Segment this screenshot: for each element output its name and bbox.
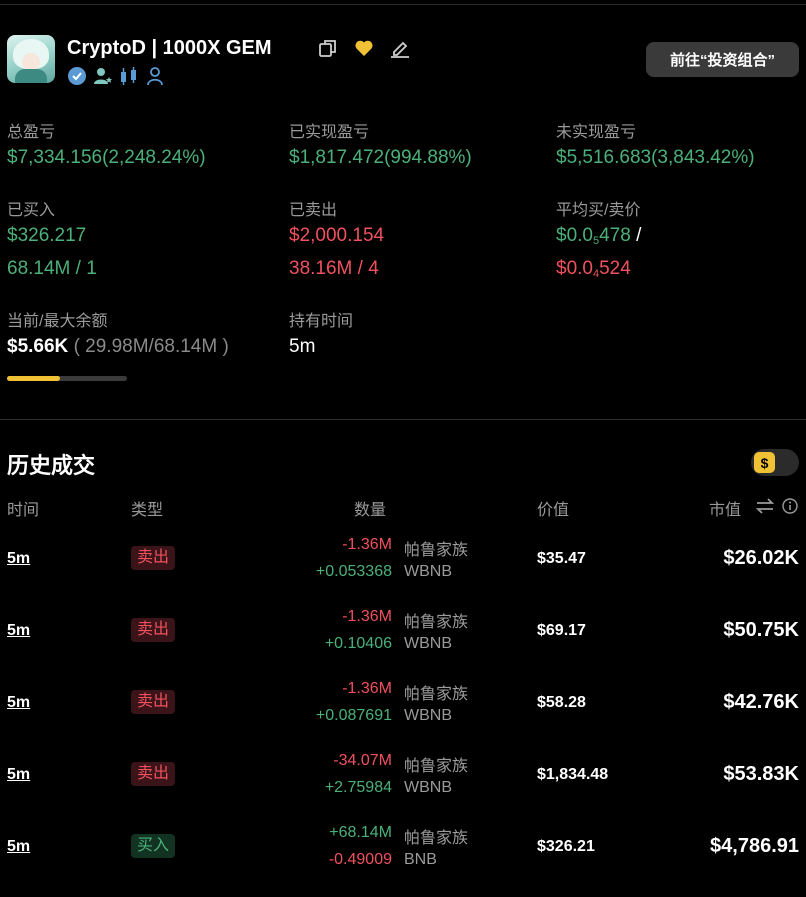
col-mcap: 市值	[709, 502, 742, 519]
trade-market-cap: $4,786.91	[710, 835, 799, 857]
trade-time-link[interactable]: 5m	[7, 694, 30, 712]
total-pnl-label: 总盈亏	[7, 124, 56, 141]
edit-icon[interactable]	[389, 37, 411, 59]
swap-icon[interactable]	[755, 497, 775, 520]
qty-primary: -34.07M	[333, 752, 392, 769]
verified-icon	[67, 66, 87, 86]
realized-pnl-label: 已实现盈亏	[289, 124, 370, 141]
copy-icon[interactable]	[317, 37, 339, 59]
sold-label: 已卖出	[289, 202, 338, 219]
trade-market-cap: $53.83K	[723, 763, 799, 785]
col-time: 时间	[7, 502, 40, 519]
realized-pnl-value: $1,817.472(994.88%)	[289, 147, 472, 168]
qty-secondary: +2.75984	[324, 779, 392, 796]
trade-market-cap: $26.02K	[723, 547, 799, 569]
sold-amount: $2,000.154	[289, 225, 385, 246]
trade-type-badge: 买入	[131, 834, 176, 858]
currency-toggle[interactable]: $	[751, 449, 799, 476]
qty-primary: -1.36M	[342, 608, 392, 625]
col-qty: 数量	[354, 502, 387, 519]
token-primary: 帕鲁家族	[404, 686, 469, 703]
total-pnl-value: $7,334.156(2,248.24%)	[7, 147, 206, 168]
token-secondary: BNB	[404, 851, 437, 868]
table-row[interactable]: 5m 卖出 -1.36M 帕鲁家族 +0.053368 WBNB $35.47 $26.02K	[0, 530, 806, 590]
user-star-icon	[93, 66, 113, 86]
token-secondary: WBNB	[404, 635, 452, 652]
sold-qty: 38.16M / 4	[289, 258, 379, 279]
trade-value: $35.47	[537, 550, 586, 567]
token-primary: 帕鲁家族	[404, 614, 469, 631]
qty-secondary: +0.087691	[315, 707, 392, 724]
trade-type-badge: 卖出	[131, 618, 176, 642]
balance-detail: ( 29.98M/68.14M )	[73, 336, 229, 357]
hold-time-label: 持有时间	[289, 313, 354, 330]
trade-type-badge: 卖出	[131, 690, 176, 714]
balance-label: 当前/最大余额	[7, 313, 108, 330]
balance-progress-bar	[7, 376, 127, 381]
col-type: 类型	[131, 502, 164, 519]
top-divider	[0, 4, 806, 5]
trade-value: $58.28	[537, 694, 586, 711]
wallet-badges	[67, 66, 165, 86]
hold-time-value: 5m	[289, 336, 316, 357]
avg-price-separator: /	[636, 225, 642, 246]
token-primary: 帕鲁家族	[404, 758, 469, 775]
trade-time-link[interactable]: 5m	[7, 766, 30, 784]
balance-value: $5.66K	[7, 336, 69, 357]
heart-icon[interactable]	[353, 37, 375, 59]
balance-value-group: $5.66K ( 29.98M/68.14M )	[7, 336, 229, 358]
trade-value: $69.17	[537, 622, 586, 639]
qty-primary: -1.36M	[342, 536, 392, 553]
trade-type-badge: 卖出	[131, 762, 176, 786]
avatar[interactable]	[7, 35, 55, 83]
trade-market-cap: $50.75K	[723, 619, 799, 641]
history-title: 历史成交	[7, 453, 96, 478]
go-portfolio-button[interactable]: 前往“投资组合”	[646, 42, 799, 77]
token-secondary: WBNB	[404, 707, 452, 724]
trade-time-link[interactable]: 5m	[7, 838, 30, 856]
trade-value: $326.21	[537, 838, 595, 855]
unrealized-pnl-value: $5,516.683(3,843.42%)	[556, 147, 755, 168]
col-value: 价值	[537, 502, 570, 519]
qty-secondary: -0.49009	[328, 851, 392, 868]
token-secondary: WBNB	[404, 779, 452, 796]
bought-qty: 68.14M / 1	[7, 258, 97, 279]
trade-time-link[interactable]: 5m	[7, 622, 30, 640]
qty-secondary: +0.053368	[315, 563, 392, 580]
avg-sell-price: $0.04524	[556, 258, 631, 280]
token-primary: 帕鲁家族	[404, 542, 469, 559]
bought-label: 已买入	[7, 202, 56, 219]
candles-icon	[119, 66, 139, 86]
user-icon	[145, 66, 165, 86]
trade-value: $1,834.48	[537, 766, 609, 783]
avg-price-label: 平均买/卖价	[556, 202, 641, 219]
token-secondary: WBNB	[404, 563, 452, 580]
bought-amount: $326.217	[7, 225, 87, 246]
avg-buy-price: $0.05478 /	[556, 225, 642, 247]
table-row[interactable]: 5m 卖出 -1.36M 帕鲁家族 +0.087691 WBNB $58.28 $42.76K	[0, 674, 806, 734]
info-icon[interactable]	[782, 498, 798, 519]
table-row[interactable]: 5m 卖出 -1.36M 帕鲁家族 +0.10406 WBNB $69.17 $50.75K	[0, 602, 806, 662]
wallet-title: CryptoD | 1000X GEM	[67, 37, 272, 59]
qty-secondary: +0.10406	[324, 635, 392, 652]
trade-time-link[interactable]: 5m	[7, 550, 30, 568]
section-divider	[0, 419, 806, 420]
qty-primary: +68.14M	[329, 824, 392, 841]
trade-type-badge: 卖出	[131, 546, 176, 570]
unrealized-pnl-label: 未实现盈亏	[556, 124, 637, 141]
table-row[interactable]: 5m 买入 +68.14M 帕鲁家族 -0.49009 BNB $326.21 $4,786.…	[0, 818, 806, 878]
qty-primary: -1.36M	[342, 680, 392, 697]
dollar-icon: $	[754, 452, 775, 473]
table-row[interactable]: 5m 卖出 -34.07M 帕鲁家族 +2.75984 WBNB $1,834.48 $53.…	[0, 746, 806, 806]
trade-market-cap: $42.76K	[723, 691, 799, 713]
token-primary: 帕鲁家族	[404, 830, 469, 847]
balance-progress-fill	[7, 376, 60, 381]
